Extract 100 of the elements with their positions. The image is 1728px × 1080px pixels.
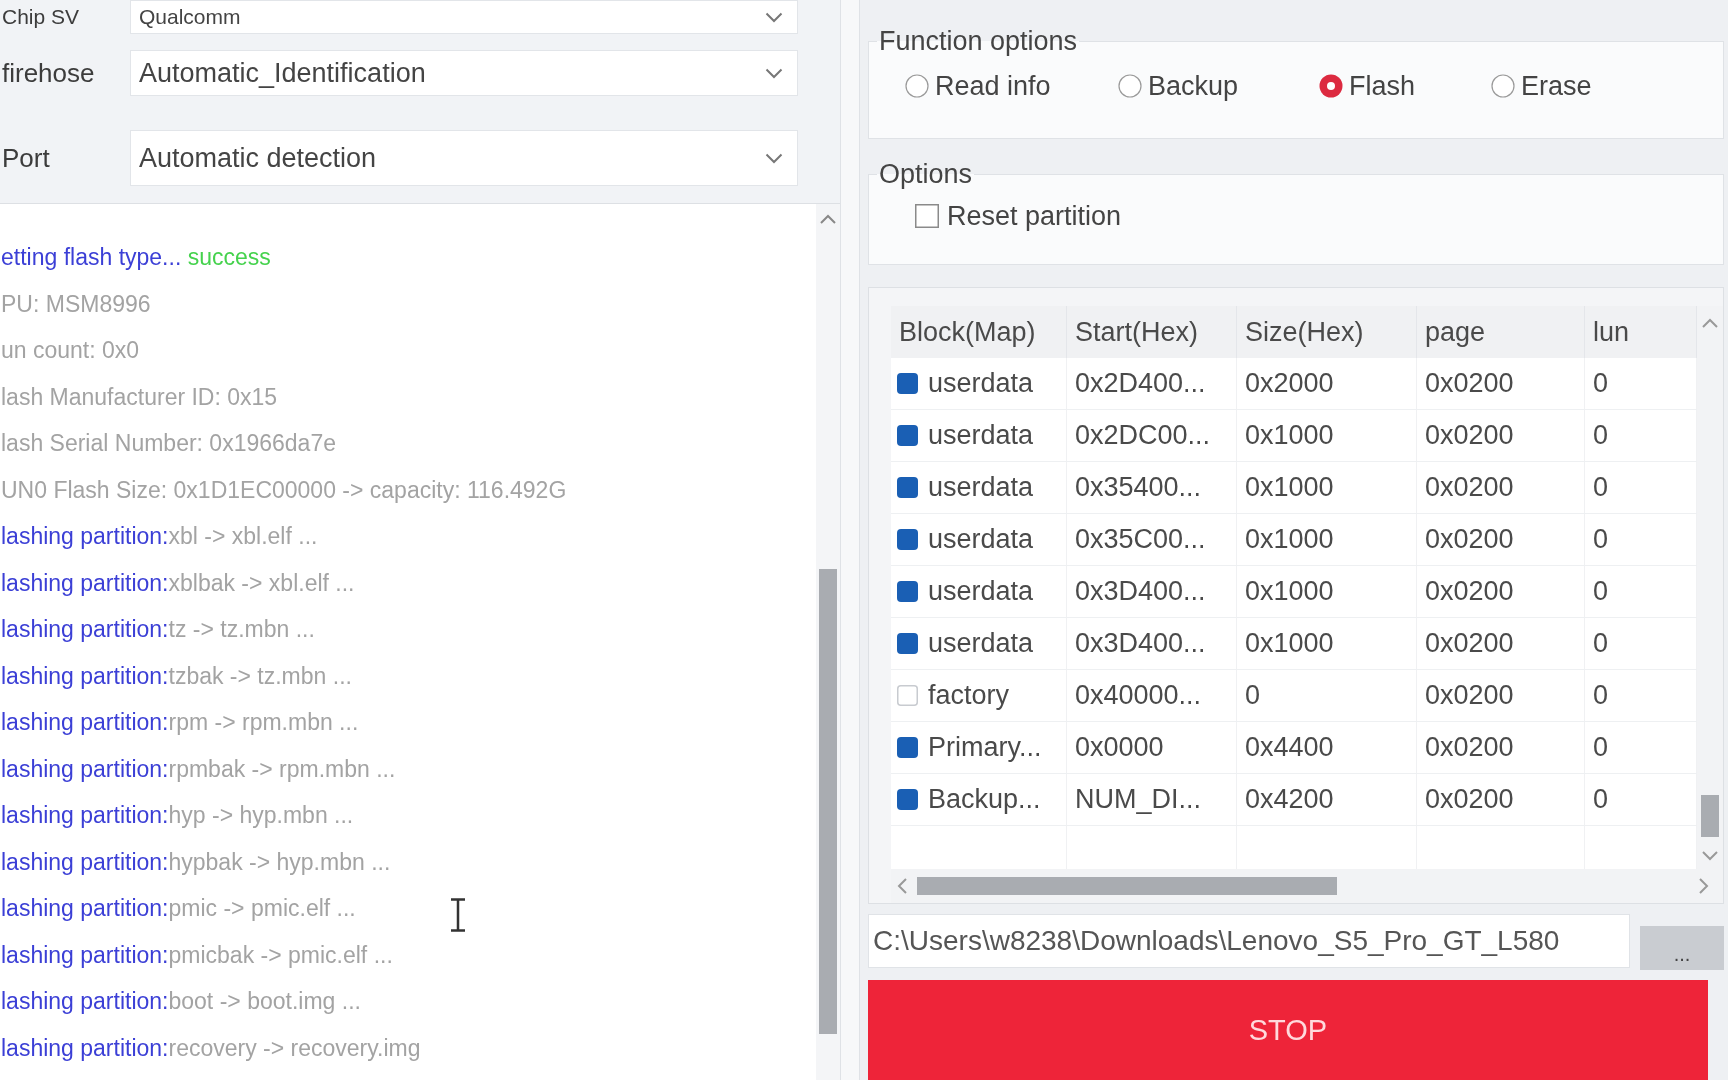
table-cell: 0x35C00...	[1067, 514, 1237, 565]
table-cell: userdata	[928, 524, 1034, 555]
checkbox-icon[interactable]	[897, 581, 918, 602]
checkbox-icon[interactable]	[897, 373, 918, 394]
table-cell: Backup...	[928, 784, 1041, 815]
table-cell: factory	[928, 680, 1010, 711]
table-cell: 0x2D400...	[1067, 358, 1237, 409]
table-cell: 0x0200	[1417, 722, 1585, 773]
table-cell: 0x0200	[1417, 774, 1585, 825]
radio-option[interactable]: Flash	[1319, 70, 1416, 102]
field-label: Port	[1, 142, 51, 174]
column-header[interactable]: Size(Hex)	[1237, 306, 1417, 358]
table-cell: 0	[1237, 670, 1417, 721]
log-line: lashing partition:rpmbak -> rpm.mbn ...	[0, 754, 396, 784]
table-cell: 0x1000	[1237, 566, 1417, 617]
radio-option[interactable]: Backup	[1118, 70, 1239, 102]
path-field[interactable]: C:\Users\w8238\Downloads\Lenovo_S5_Pro_GT_L580	[868, 914, 1630, 968]
log-line: lashing partition:hyp -> hyp.mbn ...	[0, 801, 354, 830]
radio-option[interactable]: Erase	[1491, 70, 1592, 102]
checkbox-icon[interactable]	[897, 789, 918, 810]
log-line: lashing partition:boot -> boot.img ...	[0, 987, 361, 1016]
table-cell: userdata	[928, 368, 1034, 399]
table-cell: userdata	[928, 576, 1034, 607]
table-cell: userdata	[928, 420, 1034, 451]
log-line: lashing partition:pmic -> pmic.elf ...	[0, 894, 356, 923]
log-line: lash Manufacturer ID: 0x15	[0, 382, 278, 412]
log-line: lashing partition:recovery -> recovery.img	[0, 1033, 421, 1063]
table-cell: 0x3D400...	[1067, 618, 1237, 669]
chevron-right-icon[interactable]	[1699, 878, 1709, 894]
log-line: UN0 Flash Size: 0x1D1EC00000 -> capacity: 116.492G	[0, 475, 567, 505]
column-header[interactable]: page	[1417, 306, 1585, 358]
checkbox-icon[interactable]	[897, 477, 918, 498]
table-cell: 0x4400	[1237, 722, 1417, 773]
table-cell: userdata	[928, 628, 1034, 659]
scrollbar[interactable]	[816, 204, 840, 1080]
checkbox-icon[interactable]	[915, 204, 939, 228]
radio-option[interactable]: Read info	[905, 70, 1051, 102]
log-line: lashing partition:tzbak -> tz.mbn ...	[0, 661, 352, 691]
scrollbar-thumb[interactable]	[917, 877, 1337, 895]
table-cell: NUM_DI...	[1067, 774, 1237, 825]
table-cell: Primary...	[928, 732, 1042, 763]
table-cell: 0x0200	[1417, 618, 1585, 669]
table-cell: 0x0200	[1417, 410, 1585, 461]
table-cell: 0x1000	[1237, 618, 1417, 669]
chevron-down-icon	[765, 152, 783, 164]
table-cell: 0x40000...	[1067, 670, 1237, 721]
table-cell: 0x35400...	[1067, 462, 1237, 513]
column-header[interactable]: Start(Hex)	[1067, 306, 1237, 358]
table-cell: 0x1000	[1237, 410, 1417, 461]
checkbox-icon[interactable]	[897, 737, 918, 758]
browse-button[interactable]: ...	[1640, 926, 1724, 970]
log-line: PU: MSM8996	[0, 289, 151, 319]
log-line: lashing partition:rpm -> rpm.mbn ...	[0, 708, 359, 737]
checkbox-icon[interactable]	[897, 633, 918, 654]
log-line: un count: 0x0	[0, 336, 140, 365]
group-title: Options	[878, 159, 974, 190]
table-cell: 0x4200	[1237, 774, 1417, 825]
chevron-down-icon	[765, 11, 783, 23]
chevron-down-icon[interactable]	[1702, 851, 1718, 861]
log-line: lashing partition:xblbak -> xbl.elf ...	[0, 568, 355, 598]
column-header[interactable]: Block(Map)	[891, 306, 1067, 358]
group-title: Function options	[878, 26, 1079, 57]
table-cell: userdata	[928, 472, 1034, 503]
radio-button-icon[interactable]	[1319, 74, 1343, 98]
log-line: lashing partition:xbl -> xbl.elf ...	[0, 522, 318, 551]
radio-button-icon[interactable]	[905, 74, 929, 98]
checkbox-option[interactable]: Reset partition	[915, 194, 1122, 238]
field-label: Chip SV	[1, 5, 81, 29]
log-line: lash Serial Number: 0x1966da7e	[0, 429, 336, 458]
radio-button-icon[interactable]	[1491, 74, 1515, 98]
chevron-up-icon[interactable]	[820, 214, 836, 224]
chevron-down-icon	[765, 67, 783, 79]
scrollbar-thumb[interactable]	[1701, 795, 1719, 837]
chevron-left-icon[interactable]	[897, 878, 907, 894]
table-cell: 0x0200	[1417, 566, 1585, 617]
table-cell: 0x0200	[1417, 358, 1585, 409]
log-line: lashing partition:hypbak -> hyp.mbn ...	[0, 847, 391, 877]
dropdown[interactable]: Automatic_Identification	[130, 50, 798, 96]
table-cell: 0x0200	[1417, 462, 1585, 513]
field-label: firehose	[1, 57, 96, 89]
table-cell: 0x0200	[1417, 514, 1585, 565]
chevron-up-icon[interactable]	[1702, 318, 1718, 328]
radio-button-icon[interactable]	[1118, 74, 1142, 98]
table-cell: 0x0000	[1067, 722, 1237, 773]
scrollbar-thumb[interactable]	[819, 569, 837, 1034]
checkbox-icon[interactable]	[897, 529, 918, 550]
dropdown[interactable]: Automatic detection	[130, 130, 798, 186]
log-line: lashing partition:tz -> tz.mbn ...	[0, 615, 315, 644]
text-cursor-icon	[450, 898, 466, 932]
table-cell: 0x3D400...	[1067, 566, 1237, 617]
log-line: etting flash type... success	[0, 243, 271, 272]
table-cell: 0x0200	[1417, 670, 1585, 721]
checkbox-icon[interactable]	[897, 685, 918, 706]
checkbox-icon[interactable]	[897, 425, 918, 446]
table-cell: 0x2000	[1237, 358, 1417, 409]
dropdown[interactable]: Qualcomm	[130, 0, 798, 34]
table-cell: 0x1000	[1237, 462, 1417, 513]
table-cell: 0x1000	[1237, 514, 1417, 565]
log-line: lashing partition:pmicbak -> pmic.elf ...	[0, 940, 393, 970]
table-cell: 0x2DC00...	[1067, 410, 1237, 461]
